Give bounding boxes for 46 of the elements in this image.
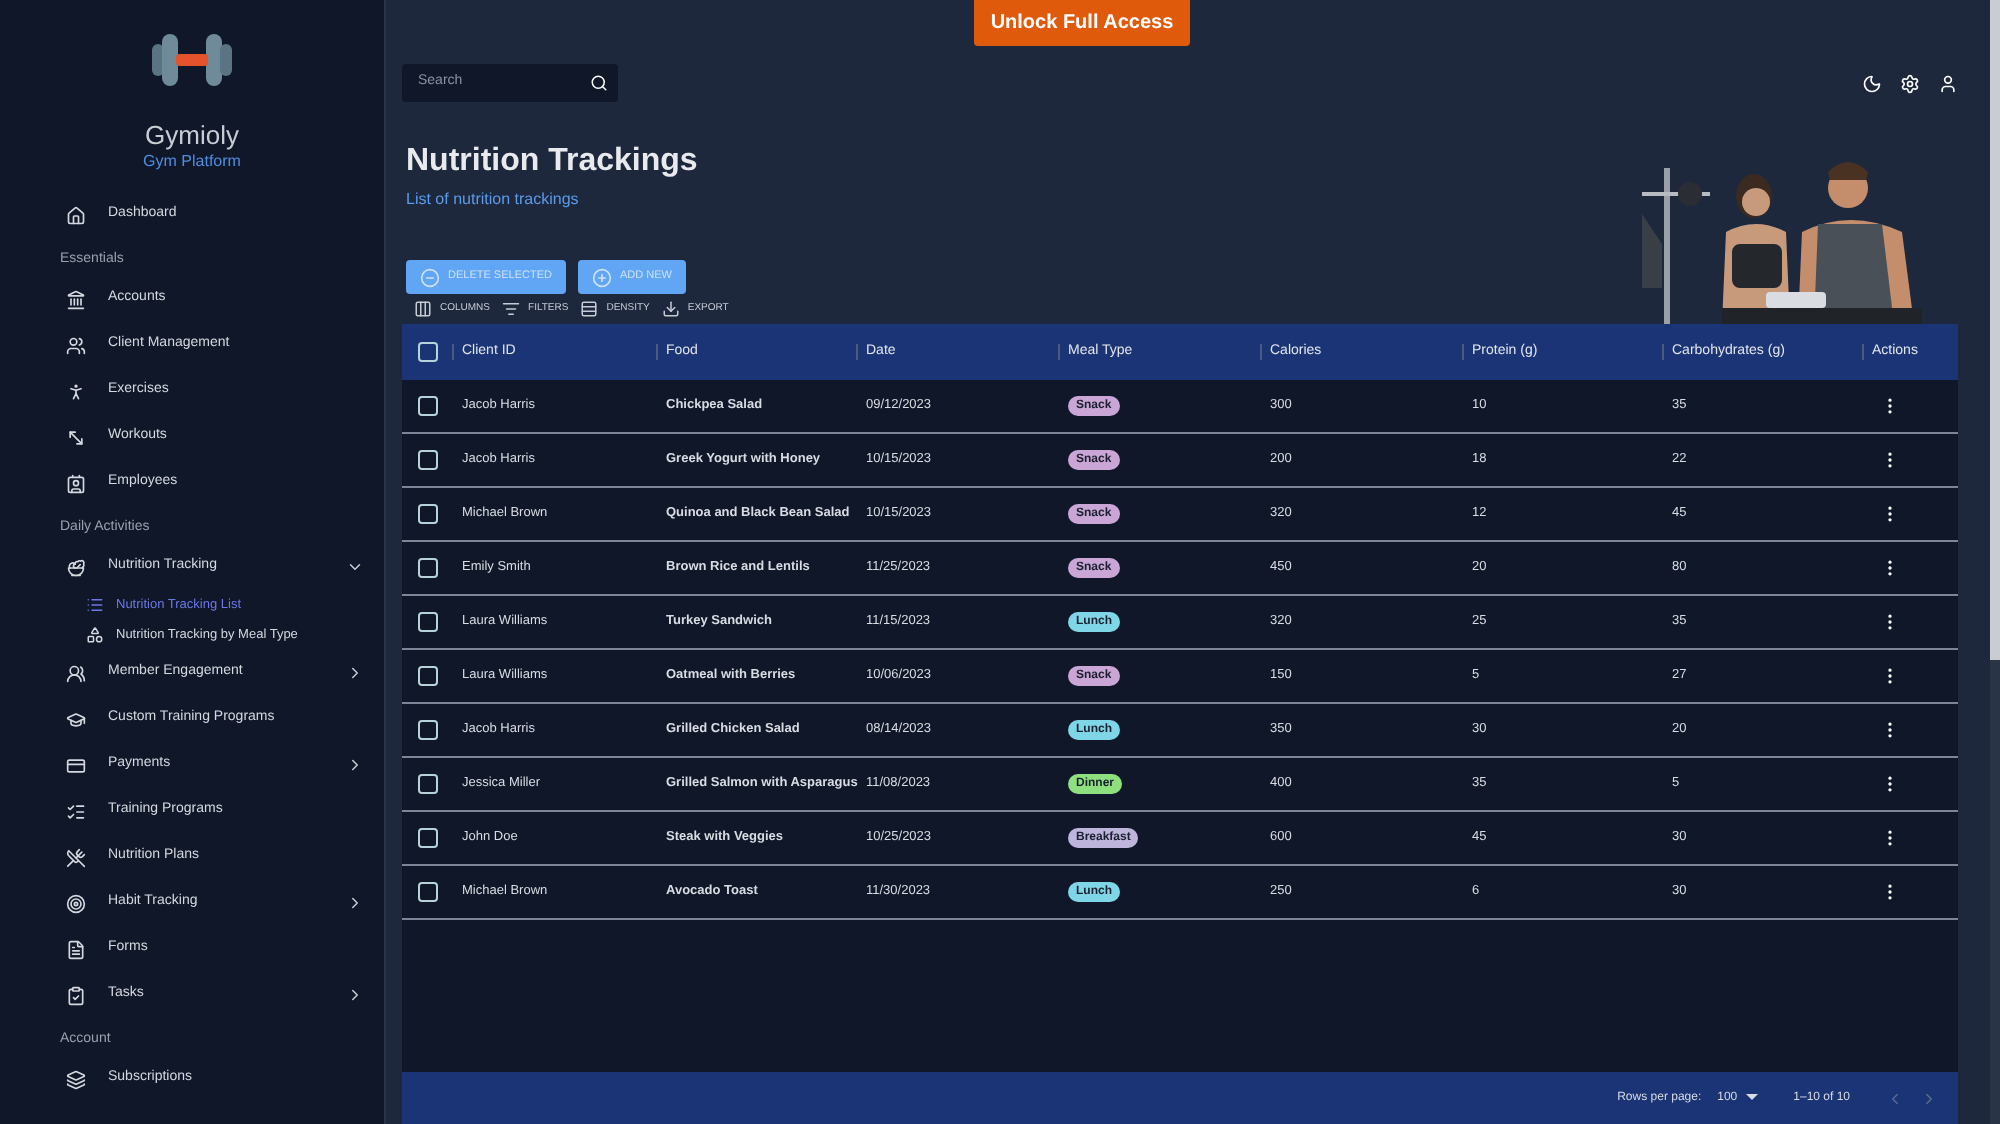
list-icon: [86, 596, 104, 614]
document-icon: [66, 939, 86, 959]
clipboard-icon: [66, 985, 86, 1005]
dumbbell-logo: [148, 28, 236, 92]
moon-icon[interactable]: [1862, 73, 1882, 93]
target-icon: [66, 893, 86, 913]
brand-name: Gymioly: [145, 120, 239, 150]
graduation-cap-icon: [66, 709, 86, 729]
checkbox[interactable]: [418, 342, 438, 362]
checkbox[interactable]: [418, 396, 438, 416]
search-icon: [590, 74, 608, 92]
utensils-icon: [66, 847, 86, 867]
checkbox[interactable]: [418, 450, 438, 470]
user-icon[interactable]: [1938, 73, 1958, 93]
person-icon: [66, 381, 86, 401]
download-icon: [661, 300, 680, 318]
layers-icon: [66, 1069, 86, 1089]
checkbox[interactable]: [418, 774, 438, 794]
brand-tagline: Gym Platform: [143, 150, 241, 174]
people-icon: [66, 663, 86, 683]
density-icon: [580, 300, 599, 318]
checkbox[interactable]: [418, 666, 438, 686]
bank-icon: [66, 289, 86, 309]
columns-icon: [414, 300, 432, 318]
badge-icon: [66, 473, 86, 493]
credit-card-icon: [66, 755, 86, 775]
settings-icon[interactable]: [1900, 73, 1920, 93]
checkbox[interactable]: [418, 720, 438, 740]
page-title: Nutrition Trackings: [406, 142, 700, 182]
home-icon: [66, 205, 86, 225]
shapes-icon: [86, 626, 104, 644]
bowl-icon: [66, 557, 86, 577]
checkbox[interactable]: [418, 882, 438, 902]
plus-circle-icon: [591, 267, 612, 287]
unlock-button[interactable]: Unlock Full Access: [974, 0, 1190, 46]
diagonal-arrow-icon: [66, 427, 86, 447]
filter-icon: [502, 300, 521, 318]
checkbox[interactable]: [418, 828, 438, 848]
people-icon: [66, 335, 86, 355]
page-subtitle: List of nutrition trackings: [406, 188, 581, 212]
checkbox[interactable]: [418, 612, 438, 632]
caret-down-icon: [1745, 1094, 1758, 1102]
checklist-icon: [66, 801, 86, 821]
checkbox[interactable]: [418, 558, 438, 578]
minus-circle-icon: [420, 267, 440, 287]
checkbox[interactable]: [418, 504, 438, 524]
